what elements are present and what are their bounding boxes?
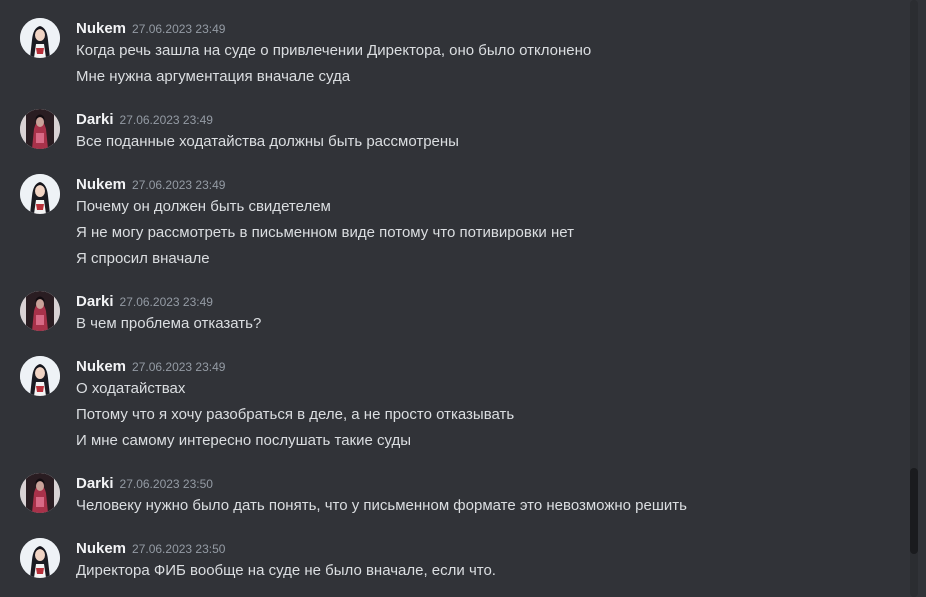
message-header: Nukem 27.06.2023 23:50 <box>76 538 225 560</box>
message-text: Директора ФИБ вообще на суде не было вна… <box>76 562 496 579</box>
username[interactable]: Darki <box>76 473 114 495</box>
message-header: Nukem 27.06.2023 23:49 <box>76 356 225 378</box>
scrollbar-track[interactable] <box>910 0 918 597</box>
nukem-avatar-icon[interactable] <box>20 18 60 58</box>
message-text: Человеку нужно было дать понять, что у п… <box>76 497 687 514</box>
message-text: Все поданные ходатайства должны быть рас… <box>76 133 459 150</box>
nukem-avatar-icon[interactable] <box>20 356 60 396</box>
message-header: Nukem 27.06.2023 23:49 <box>76 18 225 40</box>
timestamp: 27.06.2023 23:50 <box>132 542 226 556</box>
username[interactable]: Nukem <box>76 356 126 378</box>
timestamp: 27.06.2023 23:49 <box>132 178 226 192</box>
timestamp: 27.06.2023 23:49 <box>119 295 213 309</box>
username[interactable]: Darki <box>76 291 114 313</box>
timestamp: 27.06.2023 23:49 <box>119 113 213 127</box>
timestamp: 27.06.2023 23:50 <box>119 477 213 491</box>
nukem-avatar-icon[interactable] <box>20 538 60 578</box>
message-text: Я не могу рассмотреть в письменном виде … <box>76 224 574 241</box>
username[interactable]: Nukem <box>76 538 126 560</box>
message-text: Потому что я хочу разобраться в деле, а … <box>76 406 515 423</box>
message-text: Я спросил вначале <box>76 250 210 267</box>
message-text: О ходатайствах <box>76 380 186 397</box>
timestamp: 27.06.2023 23:49 <box>132 22 226 36</box>
chat-message-list[interactable]: Nukem 27.06.2023 23:49 Когда речь зашла … <box>0 0 926 597</box>
timestamp: 27.06.2023 23:49 <box>132 360 226 374</box>
username[interactable]: Darki <box>76 109 114 131</box>
message-text: Когда речь зашла на суде о привлечении Д… <box>76 42 592 59</box>
message-text: И мне самому интересно послушать такие с… <box>76 432 412 449</box>
message-header: Nukem 27.06.2023 23:49 <box>76 174 225 196</box>
username[interactable]: Nukem <box>76 18 126 40</box>
darki-avatar-icon[interactable] <box>20 473 60 513</box>
message-header: Darki 27.06.2023 23:49 <box>76 291 213 313</box>
darki-avatar-icon[interactable] <box>20 109 60 149</box>
message-text: Мне нужна аргументация вначале суда <box>76 68 351 85</box>
nukem-avatar-icon[interactable] <box>20 174 60 214</box>
message-text: Почему он должен быть свидетелем <box>76 198 331 215</box>
username[interactable]: Nukem <box>76 174 126 196</box>
darki-avatar-icon[interactable] <box>20 291 60 331</box>
message-header: Darki 27.06.2023 23:49 <box>76 109 213 131</box>
message-text: В чем проблема отказать? <box>76 315 262 332</box>
message-header: Darki 27.06.2023 23:50 <box>76 473 213 495</box>
scrollbar-thumb[interactable] <box>910 468 918 554</box>
